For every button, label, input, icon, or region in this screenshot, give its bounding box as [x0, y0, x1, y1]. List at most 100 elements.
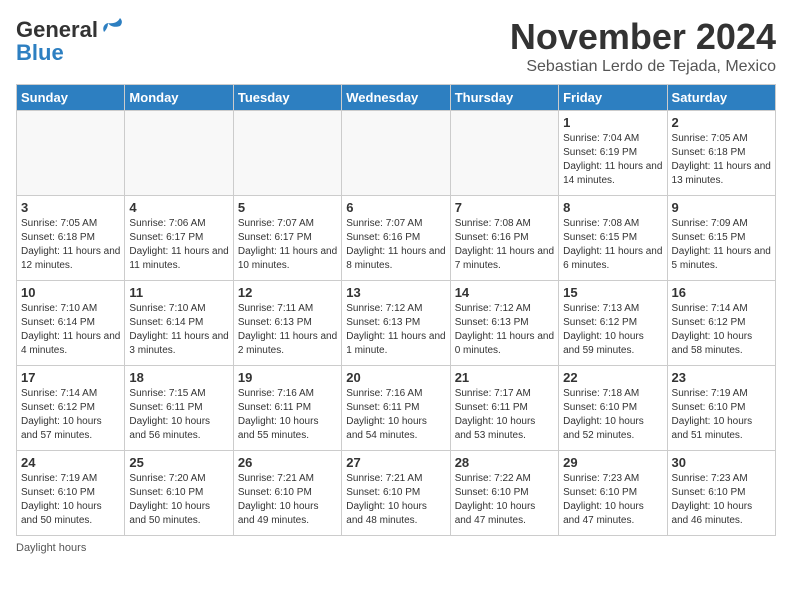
calendar-cell: 10 Sunrise: 7:10 AM Sunset: 6:14 PM Dayli…: [17, 281, 125, 366]
calendar-cell: 14 Sunrise: 7:12 AM Sunset: 6:13 PM Dayli…: [450, 281, 558, 366]
calendar-cell: 16 Sunrise: 7:14 AM Sunset: 6:12 PM Dayli…: [667, 281, 775, 366]
day-number: 24: [21, 455, 120, 470]
day-number: 8: [563, 200, 662, 215]
day-number: 16: [672, 285, 771, 300]
week-row-3: 10 Sunrise: 7:10 AM Sunset: 6:14 PM Dayli…: [17, 281, 776, 366]
day-number: 28: [455, 455, 554, 470]
header: General Blue November 2024 Sebastian Ler…: [16, 16, 776, 76]
day-number: 27: [346, 455, 445, 470]
calendar-cell: 21 Sunrise: 7:17 AM Sunset: 6:11 PM Dayli…: [450, 366, 558, 451]
calendar-cell: 30 Sunrise: 7:23 AM Sunset: 6:10 PM Dayli…: [667, 451, 775, 536]
calendar-cell: 22Sunrise: 7:18 AM Sunset: 6:10 PM Dayli…: [559, 366, 667, 451]
title-block: November 2024 Sebastian Lerdo de Tejada,…: [510, 16, 776, 76]
calendar-cell: 24 Sunrise: 7:19 AM Sunset: 6:10 PM Dayli…: [17, 451, 125, 536]
day-number: 11: [129, 285, 228, 300]
logo-bird-icon: [100, 16, 124, 44]
day-number: 15: [563, 285, 662, 300]
day-info: Sunrise: 7:13 AM Sunset: 6:12 PM Dayligh…: [563, 302, 662, 358]
day-info: Sunrise: 7:10 AM Sunset: 6:14 PM Dayligh…: [129, 302, 228, 358]
day-number: 10: [21, 285, 120, 300]
day-number: 3: [21, 200, 120, 215]
day-number: 17: [21, 370, 120, 385]
calendar-cell: [233, 111, 341, 196]
calendar-cell: 26Sunrise: 7:21 AM Sunset: 6:10 PM Dayli…: [233, 451, 341, 536]
calendar-cell: 18Sunrise: 7:15 AM Sunset: 6:11 PM Dayli…: [125, 366, 233, 451]
col-sunday: Sunday: [17, 85, 125, 111]
day-number: 29: [563, 455, 662, 470]
day-info: Sunrise: 7:20 AM Sunset: 6:10 PM Dayligh…: [129, 472, 228, 528]
day-info: Sunrise: 7:16 AM Sunset: 6:11 PM Dayligh…: [238, 387, 337, 443]
calendar-subtitle: Sebastian Lerdo de Tejada, Mexico: [510, 58, 776, 76]
calendar-cell: [17, 111, 125, 196]
day-info: Sunrise: 7:07 AM Sunset: 6:16 PM Dayligh…: [346, 217, 445, 273]
day-info: Sunrise: 7:19 AM Sunset: 6:10 PM Dayligh…: [21, 472, 120, 528]
week-row-4: 17 Sunrise: 7:14 AM Sunset: 6:12 PM Dayli…: [17, 366, 776, 451]
calendar-cell: 2 Sunrise: 7:05 AM Sunset: 6:18 PM Daylig…: [667, 111, 775, 196]
week-row-1: 1 Sunrise: 7:04 AM Sunset: 6:19 PM Daylig…: [17, 111, 776, 196]
day-info: Sunrise: 7:07 AM Sunset: 6:17 PM Dayligh…: [238, 217, 337, 273]
calendar-title: November 2024: [510, 16, 776, 58]
day-number: 7: [455, 200, 554, 215]
day-info: Sunrise: 7:15 AM Sunset: 6:11 PM Dayligh…: [129, 387, 228, 443]
calendar-cell: 3 Sunrise: 7:05 AM Sunset: 6:18 PM Daylig…: [17, 196, 125, 281]
day-info: Sunrise: 7:12 AM Sunset: 6:13 PM Dayligh…: [455, 302, 554, 358]
col-thursday: Thursday: [450, 85, 558, 111]
calendar-cell: 5 Sunrise: 7:07 AM Sunset: 6:17 PM Daylig…: [233, 196, 341, 281]
day-number: 9: [672, 200, 771, 215]
col-saturday: Saturday: [667, 85, 775, 111]
calendar-cell: [450, 111, 558, 196]
day-number: 30: [672, 455, 771, 470]
calendar-cell: 9 Sunrise: 7:09 AM Sunset: 6:15 PM Daylig…: [667, 196, 775, 281]
day-number: 14: [455, 285, 554, 300]
day-number: 2: [672, 115, 771, 130]
calendar-cell: [342, 111, 450, 196]
week-row-5: 24 Sunrise: 7:19 AM Sunset: 6:10 PM Dayli…: [17, 451, 776, 536]
day-number: 5: [238, 200, 337, 215]
calendar-cell: 6Sunrise: 7:07 AM Sunset: 6:16 PM Daylig…: [342, 196, 450, 281]
day-info: Sunrise: 7:05 AM Sunset: 6:18 PM Dayligh…: [21, 217, 120, 273]
day-number: 21: [455, 370, 554, 385]
calendar-cell: 29 Sunrise: 7:23 AM Sunset: 6:10 PM Dayli…: [559, 451, 667, 536]
calendar-cell: 8 Sunrise: 7:08 AM Sunset: 6:15 PM Daylig…: [559, 196, 667, 281]
col-friday: Friday: [559, 85, 667, 111]
col-monday: Monday: [125, 85, 233, 111]
day-info: Sunrise: 7:11 AM Sunset: 6:13 PM Dayligh…: [238, 302, 337, 358]
calendar-cell: [125, 111, 233, 196]
day-info: Sunrise: 7:23 AM Sunset: 6:10 PM Dayligh…: [563, 472, 662, 528]
day-info: Sunrise: 7:08 AM Sunset: 6:16 PM Dayligh…: [455, 217, 554, 273]
day-info: Sunrise: 7:19 AM Sunset: 6:10 PM Dayligh…: [672, 387, 771, 443]
calendar-cell: 12 Sunrise: 7:11 AM Sunset: 6:13 PM Dayli…: [233, 281, 341, 366]
day-info: Sunrise: 7:23 AM Sunset: 6:10 PM Dayligh…: [672, 472, 771, 528]
day-info: Sunrise: 7:08 AM Sunset: 6:15 PM Dayligh…: [563, 217, 662, 273]
day-number: 19: [238, 370, 337, 385]
day-info: Sunrise: 7:14 AM Sunset: 6:12 PM Dayligh…: [672, 302, 771, 358]
calendar-cell: 17 Sunrise: 7:14 AM Sunset: 6:12 PM Dayli…: [17, 366, 125, 451]
daylight-label: Daylight hours: [16, 542, 86, 554]
day-number: 23: [672, 370, 771, 385]
day-number: 12: [238, 285, 337, 300]
day-info: Sunrise: 7:09 AM Sunset: 6:15 PM Dayligh…: [672, 217, 771, 273]
day-info: Sunrise: 7:21 AM Sunset: 6:10 PM Dayligh…: [346, 472, 445, 528]
calendar-cell: 19 Sunrise: 7:16 AM Sunset: 6:11 PM Dayli…: [233, 366, 341, 451]
logo: General Blue: [16, 16, 124, 66]
day-info: Sunrise: 7:14 AM Sunset: 6:12 PM Dayligh…: [21, 387, 120, 443]
day-number: 22: [563, 370, 662, 385]
day-info: Sunrise: 7:10 AM Sunset: 6:14 PM Dayligh…: [21, 302, 120, 358]
calendar-cell: 4Sunrise: 7:06 AM Sunset: 6:17 PM Daylig…: [125, 196, 233, 281]
day-info: Sunrise: 7:05 AM Sunset: 6:18 PM Dayligh…: [672, 132, 771, 188]
day-info: Sunrise: 7:22 AM Sunset: 6:10 PM Dayligh…: [455, 472, 554, 528]
calendar-cell: 7 Sunrise: 7:08 AM Sunset: 6:16 PM Daylig…: [450, 196, 558, 281]
day-info: Sunrise: 7:06 AM Sunset: 6:17 PM Dayligh…: [129, 217, 228, 273]
calendar-cell: 13 Sunrise: 7:12 AM Sunset: 6:13 PM Dayli…: [342, 281, 450, 366]
col-tuesday: Tuesday: [233, 85, 341, 111]
day-info: Sunrise: 7:16 AM Sunset: 6:11 PM Dayligh…: [346, 387, 445, 443]
calendar-cell: 27 Sunrise: 7:21 AM Sunset: 6:10 PM Dayli…: [342, 451, 450, 536]
day-info: Sunrise: 7:17 AM Sunset: 6:11 PM Dayligh…: [455, 387, 554, 443]
day-number: 1: [563, 115, 662, 130]
calendar-cell: 1 Sunrise: 7:04 AM Sunset: 6:19 PM Daylig…: [559, 111, 667, 196]
day-info: Sunrise: 7:04 AM Sunset: 6:19 PM Dayligh…: [563, 132, 662, 188]
day-number: 13: [346, 285, 445, 300]
day-info: Sunrise: 7:12 AM Sunset: 6:13 PM Dayligh…: [346, 302, 445, 358]
calendar-cell: 20Sunrise: 7:16 AM Sunset: 6:11 PM Dayli…: [342, 366, 450, 451]
calendar-cell: 25Sunrise: 7:20 AM Sunset: 6:10 PM Dayli…: [125, 451, 233, 536]
